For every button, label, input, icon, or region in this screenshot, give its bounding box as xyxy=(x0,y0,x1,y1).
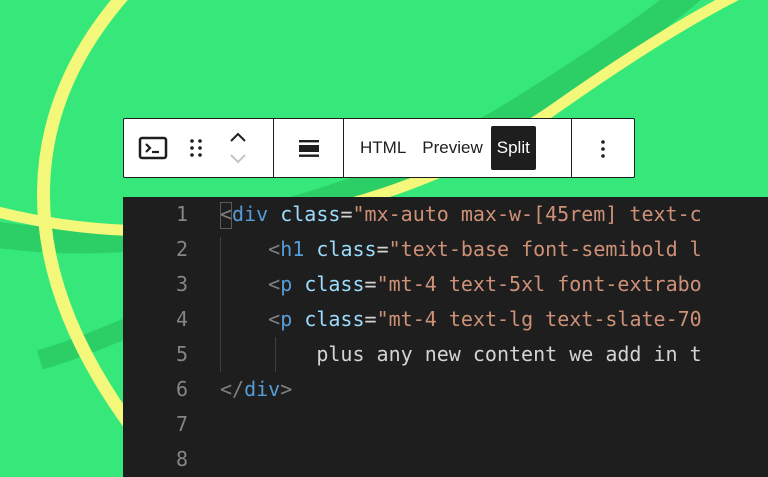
code-attribute: class xyxy=(304,307,365,331)
toolbar-align-group xyxy=(274,119,344,177)
line-number: 1 xyxy=(175,202,188,226)
line-number: 2 xyxy=(175,237,188,261)
more-vertical-icon[interactable] xyxy=(591,133,615,163)
align-center-icon[interactable] xyxy=(295,134,323,162)
code-content: <div class="mx-auto max-w-[45rem] text-c xyxy=(220,197,702,232)
code-string: "text-base font-semibold l xyxy=(388,237,702,261)
toolbar-block-group xyxy=(124,119,274,177)
code-line[interactable]: 8 xyxy=(123,442,768,477)
code-punctuation: </ xyxy=(220,377,245,401)
code-content: </div> xyxy=(220,372,292,407)
bracket-match-highlight xyxy=(220,202,232,229)
code-equals: = xyxy=(376,237,389,261)
code-line[interactable]: 4 <p class="mt-4 text-lg text-slate-70 xyxy=(123,302,768,337)
chevron-up-icon[interactable] xyxy=(226,128,250,148)
drag-handle-icon[interactable] xyxy=(184,133,208,163)
code-equals: = xyxy=(364,272,377,296)
line-number: 4 xyxy=(175,307,188,331)
code-tag: p xyxy=(280,272,293,296)
line-number: 5 xyxy=(175,342,188,366)
preview-mode-button[interactable]: Preview xyxy=(414,126,490,170)
code-string: "mt-4 text-5xl font-extrabo xyxy=(376,272,702,296)
line-number: 7 xyxy=(175,412,188,436)
code-text: plus any new content we add in t xyxy=(220,342,702,366)
code-content: <p class="mt-4 text-lg text-slate-70 xyxy=(220,302,702,337)
code-punctuation: < xyxy=(268,272,281,296)
code-tag: p xyxy=(280,307,293,331)
split-mode-button[interactable]: Split xyxy=(490,126,536,170)
code-content: plus any new content we add in t xyxy=(220,337,702,372)
block-movers xyxy=(226,125,250,171)
code-string: "mx-auto max-w-[45rem] text-c xyxy=(352,202,702,226)
code-line[interactable]: 2 <h1 class="text-base font-semibold l xyxy=(123,232,768,267)
line-number: 3 xyxy=(175,272,188,296)
code-punctuation: < xyxy=(268,307,281,331)
code-line[interactable]: 5 plus any new content we add in t xyxy=(123,337,768,372)
html-mode-button[interactable]: HTML xyxy=(352,126,414,170)
code-editor[interactable]: 1 <div class="mx-auto max-w-[45rem] text-… xyxy=(123,197,768,477)
code-tag: h1 xyxy=(280,237,305,261)
code-tag: div xyxy=(232,202,269,226)
canvas: HTML Preview Split 1 <div class="mx-auto … xyxy=(0,0,768,477)
toolbar-options-group xyxy=(572,119,634,177)
code-line[interactable]: 6 </div> xyxy=(123,372,768,407)
code-attribute: class xyxy=(280,202,341,226)
code-punctuation: > xyxy=(280,377,293,401)
code-tag: div xyxy=(244,377,281,401)
code-line[interactable]: 7 xyxy=(123,407,768,442)
line-number: 6 xyxy=(175,377,188,401)
chevron-down-icon[interactable] xyxy=(226,148,250,168)
code-line[interactable]: 3 <p class="mt-4 text-5xl font-extrabo xyxy=(123,267,768,302)
code-line[interactable]: 1 <div class="mx-auto max-w-[45rem] text-… xyxy=(123,197,768,232)
block-toolbar: HTML Preview Split xyxy=(123,118,635,178)
code-punctuation: < xyxy=(268,237,281,261)
line-number: 8 xyxy=(175,447,188,471)
code-content: <h1 class="text-base font-semibold l xyxy=(220,232,702,267)
terminal-code-icon[interactable] xyxy=(138,133,168,163)
code-equals: = xyxy=(364,307,377,331)
code-equals: = xyxy=(340,202,353,226)
toolbar-mode-group: HTML Preview Split xyxy=(344,119,572,177)
code-content: <p class="mt-4 text-5xl font-extrabo xyxy=(220,267,702,302)
code-attribute: class xyxy=(304,272,365,296)
code-attribute: class xyxy=(316,237,377,261)
code-string: "mt-4 text-lg text-slate-70 xyxy=(376,307,702,331)
